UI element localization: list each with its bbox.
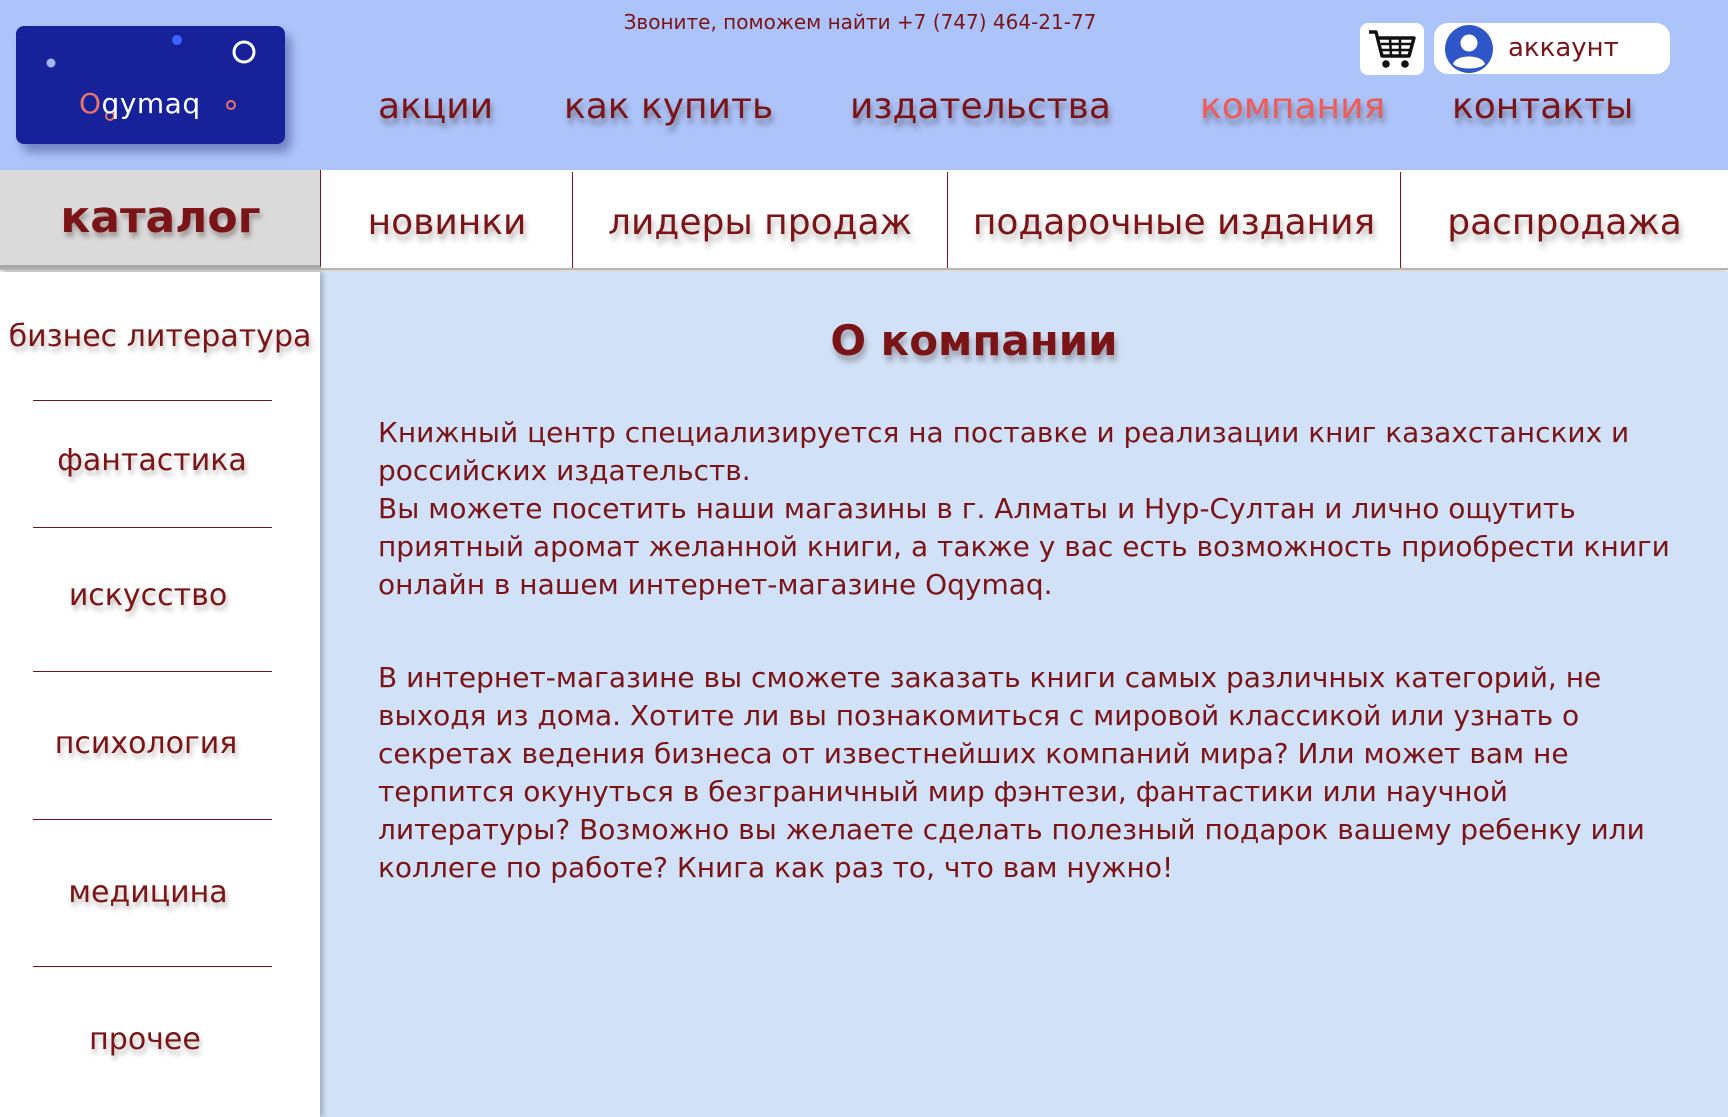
tab-gift-editions-label: подарочные издания	[972, 202, 1376, 243]
nav-item-promotions[interactable]: акции	[378, 86, 493, 127]
about-text-1b: Вы можете посетить наши магазины в г. Ал…	[378, 492, 1670, 601]
sidebar-divider	[33, 671, 272, 672]
sidebar-item-business[interactable]: бизнес литература	[0, 319, 320, 354]
sidebar-divider	[33, 966, 272, 967]
sidebar-item-other[interactable]: прочее	[0, 1022, 305, 1057]
about-paragraph-2: В интернет-магазине вы сможете заказать …	[378, 659, 1688, 887]
tab-sale-label: распродажа	[1447, 202, 1682, 243]
tab-sale[interactable]: распродажа	[1401, 172, 1728, 268]
catalog-label: каталог	[60, 192, 261, 243]
tab-gift-editions[interactable]: подарочные издания	[948, 172, 1401, 268]
top-navigation: акции как купить издательства компания к…	[0, 86, 1728, 136]
header: Oqymaq Звоните, поможем найти +7 (747) 4…	[0, 0, 1728, 170]
nav-item-contacts[interactable]: контакты	[1452, 86, 1633, 127]
cart-button[interactable]	[1360, 23, 1424, 75]
tab-new-arrivals-label: новинки	[367, 202, 527, 243]
sidebar-divider	[33, 819, 272, 820]
page: Oqymaq Звоните, поможем найти +7 (747) 4…	[0, 0, 1728, 1117]
account-label: аккаунт	[1508, 33, 1619, 63]
about-paragraph-1: Книжный центр специализируется на постав…	[378, 414, 1688, 604]
catalog-bar: каталог новинки лидеры продаж подарочные…	[0, 170, 1728, 270]
main-content: О компании Книжный центр специализируетс…	[320, 272, 1728, 1117]
shopping-cart-icon	[1369, 30, 1416, 68]
tab-bestsellers-label: лидеры продаж	[608, 202, 912, 243]
about-text-2: В интернет-магазине вы сможете заказать …	[378, 661, 1645, 884]
nav-item-how-to-buy[interactable]: как купить	[564, 86, 773, 127]
sidebar-item-psychology[interactable]: психология	[0, 726, 306, 761]
nav-item-publishers[interactable]: издательства	[850, 86, 1111, 127]
account-button[interactable]: аккаунт	[1434, 23, 1670, 74]
category-sidebar: бизнес литература фантастика искусство п…	[0, 272, 320, 1117]
sidebar-item-fantasy[interactable]: фантастика	[0, 443, 312, 478]
about-text-1a: Книжный центр специализируется на постав…	[378, 416, 1630, 487]
sidebar-item-medicine[interactable]: медицина	[0, 875, 308, 910]
catalog-button[interactable]: каталог	[0, 170, 321, 268]
nav-item-company[interactable]: компания	[1200, 86, 1385, 127]
phone-callout: Звоните, поможем найти +7 (747) 464-21-7…	[623, 10, 1097, 34]
sidebar-divider	[33, 527, 272, 528]
sidebar-item-art[interactable]: искусство	[0, 578, 308, 613]
tab-new-arrivals[interactable]: новинки	[322, 172, 573, 268]
tab-bestsellers[interactable]: лидеры продаж	[573, 172, 948, 268]
page-title: О компании	[830, 316, 1118, 365]
sidebar-divider	[33, 400, 272, 401]
user-avatar-icon	[1445, 25, 1493, 73]
